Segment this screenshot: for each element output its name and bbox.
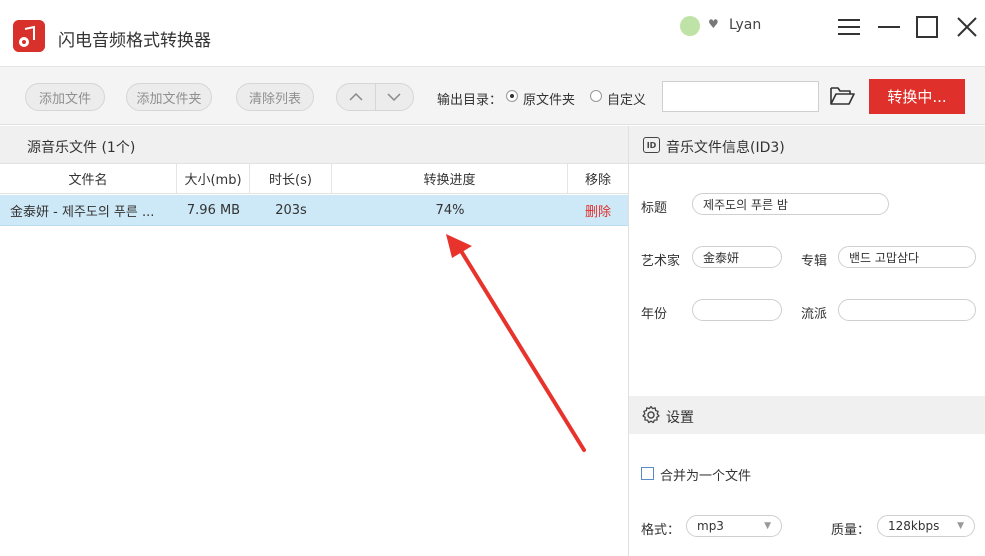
title-label: 标题 [641,201,668,216]
format-label: 格式： [641,523,681,538]
convert-button[interactable]: 转换中... [869,79,965,114]
clear-list-button[interactable]: 清除列表 [236,83,314,111]
column-header-duration: 时长(s) [250,164,332,194]
folder-open-icon[interactable] [828,84,856,108]
source-files-title: 源音乐文件 (1个) [27,140,136,156]
toolbar: 添加文件 添加文件夹 清除列表 输出目录： 原文件夹 自定义 转换中... [0,67,985,125]
panel-divider [628,126,629,556]
quality-value: 128kbps [888,519,940,533]
year-field[interactable] [692,299,782,321]
maximize-icon[interactable] [912,12,942,42]
output-dir-label: 输出目录： [437,93,503,108]
title-bar: 闪电音频格式转换器 ♥ Lyan [0,0,985,67]
genre-label: 流派 [801,307,828,322]
move-buttons [336,83,414,111]
menu-icon[interactable] [834,12,864,42]
caret-down-icon: ▼ [957,521,964,531]
settings-title: 设置 [666,410,694,426]
radio-custom-folder[interactable] [590,90,602,102]
album-label: 专辑 [801,254,828,269]
output-path-input[interactable] [662,81,819,112]
app-logo-icon [13,20,45,52]
vip-diamond-icon: ♥ [708,17,719,31]
move-down-button[interactable] [374,84,414,110]
id3-info-header: ID 音乐文件信息(ID3) [629,126,985,164]
chevron-down-icon [387,93,401,102]
title-field[interactable]: 제주도의 푸른 밤 [692,193,889,215]
column-header-remove: 移除 [568,164,628,194]
add-folder-button[interactable]: 添加文件夹 [126,83,212,111]
file-duration-cell: 203s [275,203,307,218]
column-header-progress: 转换进度 [332,164,568,194]
column-header-size: 大小(mb) [177,164,250,194]
artist-field[interactable]: 金泰妍 [692,246,782,268]
gear-icon [642,405,660,424]
settings-header: 设置 [629,396,985,434]
move-up-button[interactable] [337,84,375,110]
table-row[interactable]: 金泰妍 - 제주도의 푸른 ... 7.96 MB 203s 74% 删除 [0,195,628,226]
radio-custom-label[interactable]: 自定义 [607,89,646,108]
radio-original-label[interactable]: 原文件夹 [523,89,575,108]
file-progress-cell: 74% [435,203,465,218]
close-icon[interactable] [952,12,982,42]
year-label: 年份 [641,307,668,322]
quality-label: 质量： [831,523,871,538]
id3-icon: ID [643,137,660,153]
minimize-icon[interactable] [874,12,904,42]
file-name-cell: 金泰妍 - 제주도의 푸른 ... [10,205,155,220]
format-value: mp3 [697,519,724,533]
caret-down-icon: ▼ [764,521,771,531]
chevron-up-icon [349,92,363,101]
add-file-button[interactable]: 添加文件 [25,83,105,111]
user-name[interactable]: Lyan [729,17,761,33]
app-title: 闪电音频格式转换器 [58,31,211,51]
file-list-empty-area [0,226,628,556]
album-field[interactable]: 밴드 고맙삼다 [838,246,976,268]
source-files-header: 源音乐文件 (1个) [0,126,628,164]
artist-label: 艺术家 [641,254,681,269]
column-header-filename: 文件名 [0,164,177,194]
user-avatar[interactable] [680,16,700,36]
genre-field[interactable] [838,299,976,321]
radio-original-folder[interactable] [506,90,518,102]
file-size-cell: 7.96 MB [186,203,241,218]
id3-info-title: 音乐文件信息(ID3) [666,140,785,156]
merge-checkbox[interactable] [641,467,654,480]
merge-label[interactable]: 合并为一个文件 [660,465,751,484]
quality-select[interactable]: 128kbps ▼ [877,515,975,537]
format-select[interactable]: mp3 ▼ [686,515,782,537]
remove-file-button[interactable]: 删除 [568,195,628,226]
